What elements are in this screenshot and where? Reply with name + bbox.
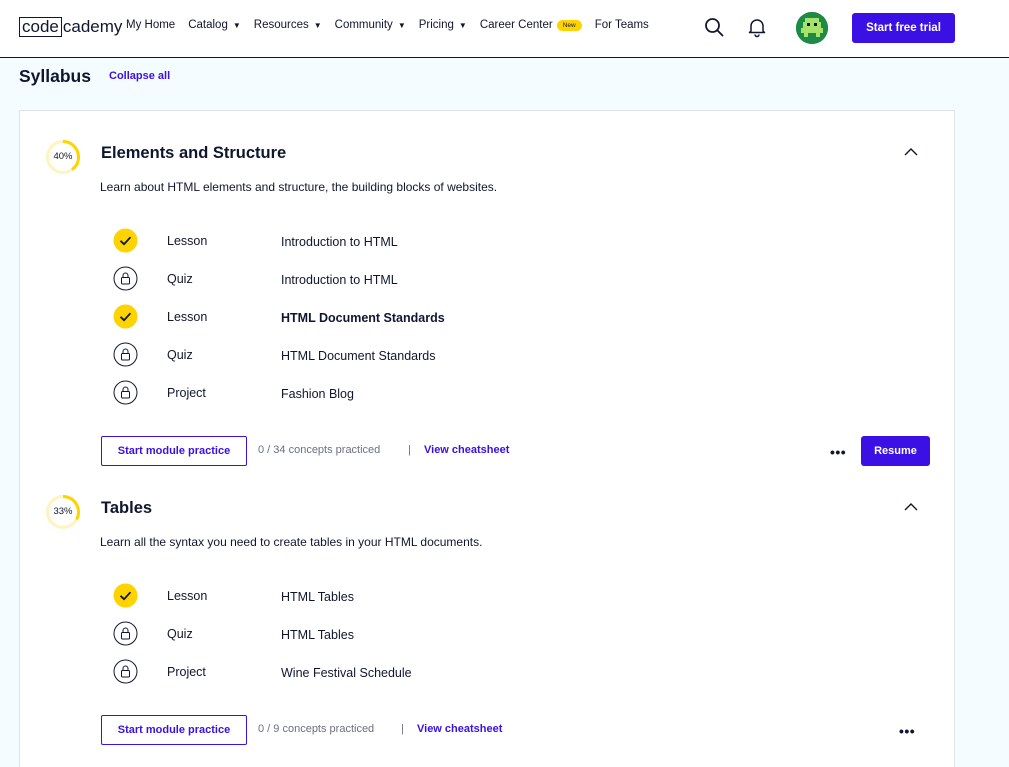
item-type: Lesson — [167, 234, 208, 248]
more-options-icon[interactable]: ••• — [830, 445, 846, 459]
new-badge: New — [556, 19, 582, 31]
nav-catalog[interactable]: Catalog ▼ — [188, 19, 241, 31]
chevron-up-icon[interactable] — [903, 144, 919, 160]
start-module-practice-button[interactable]: Start module practice — [101, 436, 247, 466]
check-circle-icon — [113, 583, 138, 608]
view-cheatsheet-link[interactable]: View cheatsheet — [424, 444, 509, 456]
nav-resources[interactable]: Resources ▼ — [254, 19, 322, 31]
chevron-up-icon[interactable] — [903, 499, 919, 515]
divider: | — [401, 723, 404, 735]
item-type: Project — [167, 665, 206, 679]
progress-percent: 40% — [53, 151, 73, 162]
check-circle-icon — [113, 228, 138, 253]
progress-percent: 33% — [53, 506, 73, 517]
item-link[interactable]: Introduction to HTML — [281, 235, 398, 249]
nav-for-teams[interactable]: For Teams — [595, 19, 649, 31]
concepts-practiced: 0 / 34 concepts practiced — [258, 444, 381, 456]
start-module-practice-button[interactable]: Start module practice — [101, 715, 247, 745]
nav-career-center[interactable]: Career Center New — [480, 19, 582, 31]
nav-my-home[interactable]: My Home — [126, 19, 175, 31]
resume-button[interactable]: Resume — [861, 436, 930, 466]
nav-label: My Home — [126, 19, 176, 31]
codecademy-logo[interactable]: code cademy — [19, 16, 122, 38]
module-description: Learn all the syntax you need to create … — [100, 535, 483, 549]
logo-text: cademy — [62, 17, 123, 36]
main-nav: My Home Catalog ▼ Resources ▼ Community … — [126, 19, 662, 31]
nav-label: Resources — [253, 19, 309, 31]
nav-label: For Teams — [594, 19, 649, 31]
item-type: Quiz — [167, 272, 193, 286]
item-type: Lesson — [167, 589, 208, 603]
item-type: Lesson — [167, 310, 208, 324]
item-type: Project — [167, 386, 206, 400]
module-title: Tables — [101, 499, 153, 517]
item-type: Quiz — [167, 627, 193, 641]
item-link[interactable]: HTML Document Standards — [281, 311, 445, 325]
nav-label: Catalog — [188, 19, 228, 31]
avatar[interactable] — [796, 12, 828, 44]
item-link[interactable]: Introduction to HTML — [281, 273, 398, 287]
item-type: Quiz — [167, 348, 193, 362]
module-title: Elements and Structure — [101, 144, 287, 162]
caret-down-icon: ▼ — [313, 20, 322, 30]
progress-ring: 33% — [45, 494, 81, 530]
item-link[interactable]: Wine Festival Schedule — [281, 666, 412, 680]
page-title: Syllabus — [19, 66, 91, 86]
progress-ring: 40% — [45, 139, 81, 175]
view-cheatsheet-link[interactable]: View cheatsheet — [417, 723, 502, 735]
collapse-all-link[interactable]: Collapse all — [109, 70, 170, 82]
item-link[interactable]: HTML Document Standards — [281, 349, 435, 363]
lock-icon — [113, 342, 138, 367]
nav-label: Career Center — [479, 19, 553, 31]
caret-down-icon: ▼ — [232, 20, 241, 30]
caret-down-icon: ▼ — [397, 20, 406, 30]
item-link[interactable]: Fashion Blog — [281, 387, 354, 401]
module-description: Learn about HTML elements and structure,… — [100, 180, 498, 194]
item-link[interactable]: HTML Tables — [281, 590, 354, 604]
lock-icon — [113, 621, 138, 646]
lock-icon — [113, 380, 138, 405]
item-link[interactable]: HTML Tables — [281, 628, 354, 642]
start-free-trial-button[interactable]: Start free trial — [852, 13, 955, 43]
logo-code-box: code — [19, 17, 62, 37]
lock-icon — [113, 266, 138, 291]
top-navigation-bar: code cademy My Home Catalog ▼ Resources … — [0, 0, 1009, 58]
nav-label: Pricing — [418, 19, 454, 31]
search-icon[interactable] — [703, 16, 725, 38]
concepts-practiced: 0 / 9 concepts practiced — [258, 723, 375, 735]
caret-down-icon: ▼ — [458, 20, 467, 30]
lock-icon — [113, 659, 138, 684]
nav-pricing[interactable]: Pricing ▼ — [419, 19, 467, 31]
nav-label: Community — [334, 19, 393, 31]
nav-community[interactable]: Community ▼ — [335, 19, 406, 31]
check-circle-icon — [113, 304, 138, 329]
bell-icon[interactable] — [746, 16, 768, 38]
divider: | — [408, 444, 411, 456]
more-options-icon[interactable]: ••• — [899, 724, 915, 738]
